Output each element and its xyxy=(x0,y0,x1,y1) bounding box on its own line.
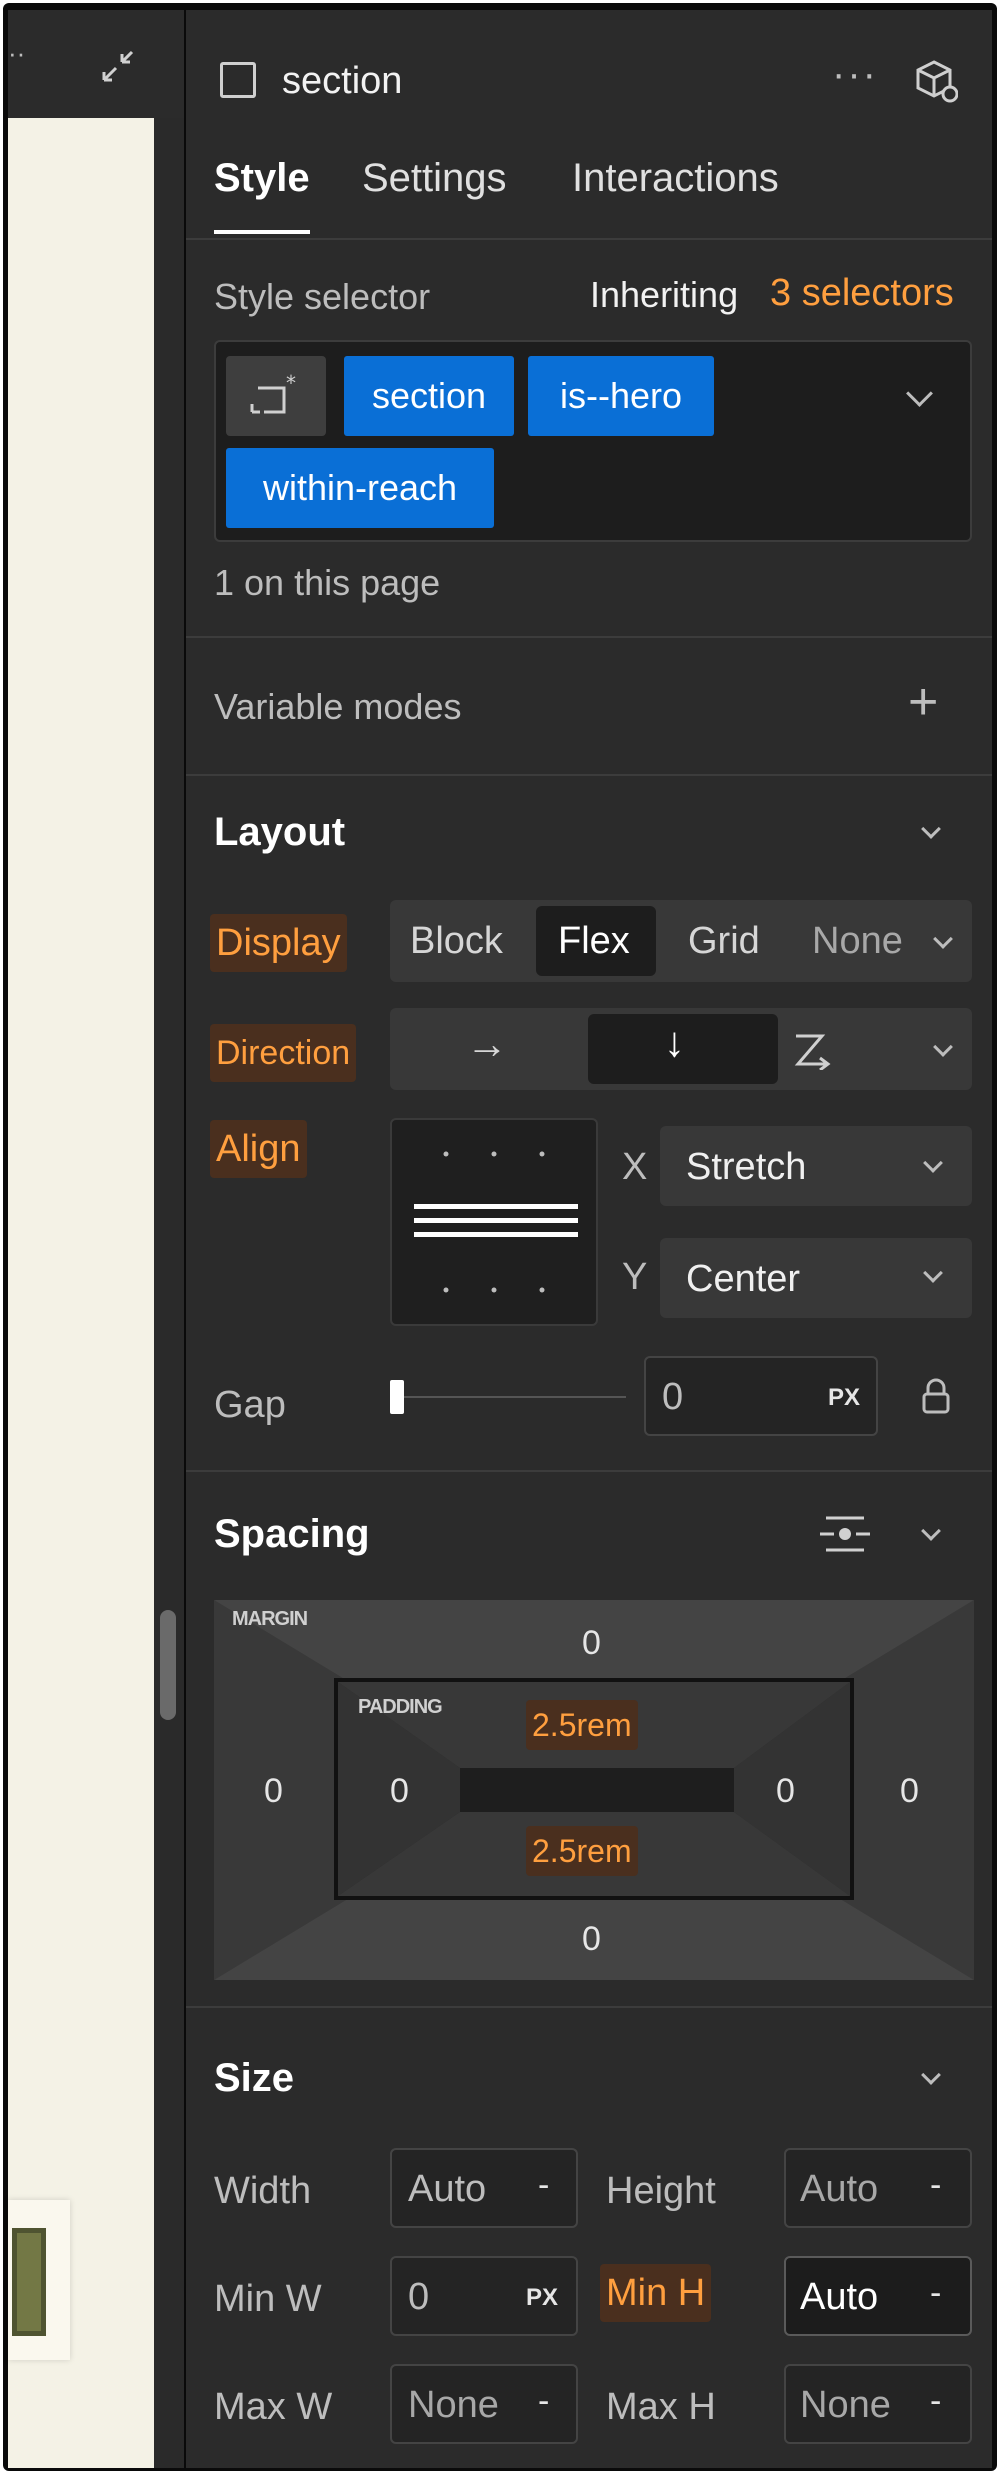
padding-top-value[interactable]: 2.5rem xyxy=(526,1700,638,1750)
element-box-icon xyxy=(220,62,256,98)
tab-style[interactable]: Style xyxy=(214,156,310,201)
min-width-value: 0 xyxy=(408,2276,430,2318)
align-y-value: Center xyxy=(686,1258,801,1300)
direction-horizontal-arrow-icon[interactable]: → xyxy=(466,1020,508,1068)
svg-text:*: * xyxy=(286,374,296,395)
display-option-none[interactable]: None xyxy=(812,920,903,963)
add-variable-mode-icon[interactable]: + xyxy=(908,672,938,732)
width-unit-dash[interactable]: - xyxy=(538,2166,549,2205)
direction-vertical-arrow-icon[interactable]: ↓ xyxy=(664,1018,685,1066)
canvas-toolbar: ·· xyxy=(8,10,184,118)
canvas-image-block xyxy=(12,2228,46,2336)
display-option-grid[interactable]: Grid xyxy=(688,920,760,963)
gap-unit[interactable]: PX xyxy=(828,1384,860,1412)
padding-bottom-value[interactable]: 2.5rem xyxy=(526,1826,638,1876)
direction-wrap-icon[interactable] xyxy=(792,1032,836,1070)
margin-label: MARGIN xyxy=(232,1608,308,1630)
min-height-unit-dash[interactable]: - xyxy=(930,2274,941,2313)
style-selector-label: Style selector xyxy=(214,276,431,317)
inheriting-count-link[interactable]: 3 selectors xyxy=(770,272,954,315)
selector-usage-count: 1 on this page xyxy=(214,562,441,603)
gap-label: Gap xyxy=(214,1384,286,1426)
align-x-value: Stretch xyxy=(686,1146,807,1188)
width-label: Width xyxy=(214,2170,312,2212)
height-label: Height xyxy=(606,2170,716,2212)
tabs-divider xyxy=(186,238,992,240)
layout-section-title: Layout xyxy=(214,810,346,854)
canvas-preview[interactable] xyxy=(8,118,154,2468)
min-width-label: Min W xyxy=(214,2278,322,2320)
layout-divider xyxy=(186,1470,992,1472)
margin-top-value[interactable]: 0 xyxy=(582,1624,601,1663)
selector-divider xyxy=(186,636,992,638)
align-y-label: Y xyxy=(622,1256,648,1298)
min-height-label[interactable]: Min H xyxy=(600,2264,712,2322)
min-width-unit[interactable]: PX xyxy=(526,2284,558,2312)
height-value: Auto xyxy=(800,2168,879,2210)
gap-lock-icon[interactable] xyxy=(920,1376,952,1416)
gap-slider-handle[interactable] xyxy=(390,1380,404,1414)
margin-right-value[interactable]: 0 xyxy=(900,1772,919,1811)
max-width-label: Max W xyxy=(214,2386,333,2428)
align-x-label: X xyxy=(622,1146,648,1188)
align-stretch-graphic xyxy=(414,1151,578,1293)
panel-resize-handle[interactable] xyxy=(160,1610,176,1720)
padding-label: PADDING xyxy=(358,1696,443,1718)
align-grid-picker[interactable] xyxy=(390,1118,598,1326)
direction-label[interactable]: Direction xyxy=(210,1024,357,1082)
margin-left-value[interactable]: 0 xyxy=(264,1772,283,1811)
max-height-label: Max H xyxy=(606,2386,716,2428)
collapse-arrows-icon[interactable] xyxy=(98,46,138,86)
min-height-value: Auto xyxy=(800,2276,879,2318)
gap-value: 0 xyxy=(662,1376,684,1418)
align-label[interactable]: Align xyxy=(210,1120,307,1178)
more-options-icon[interactable]: ··· xyxy=(832,52,878,97)
padding-left-value[interactable]: 0 xyxy=(390,1772,409,1811)
max-width-value: None xyxy=(408,2384,499,2426)
display-label[interactable]: Display xyxy=(210,914,347,972)
margin-bottom-value[interactable]: 0 xyxy=(582,1920,601,1959)
padding-right-value[interactable]: 0 xyxy=(776,1772,795,1811)
spacing-divider xyxy=(186,2006,992,2008)
element-name: section xyxy=(282,60,403,102)
size-section-title: Size xyxy=(214,2056,295,2100)
component-cube-icon[interactable] xyxy=(912,58,958,104)
selector-chip-is-hero[interactable]: is--hero xyxy=(528,356,714,436)
gap-slider-track[interactable] xyxy=(404,1396,626,1398)
spacing-mode-icon[interactable] xyxy=(818,1512,872,1556)
selector-chip-section[interactable]: section xyxy=(344,356,514,436)
tab-style-underline xyxy=(214,230,310,234)
display-option-flex[interactable]: Flex xyxy=(558,920,630,963)
spacing-section-title: Spacing xyxy=(214,1512,370,1556)
selector-state-button[interactable]: * xyxy=(226,356,326,436)
canvas-gutter xyxy=(154,118,184,2468)
tab-interactions[interactable]: Interactions xyxy=(572,156,779,201)
more-dots-icon[interactable]: ·· xyxy=(8,38,25,69)
inheriting-label: Inheriting xyxy=(590,274,739,315)
display-option-block[interactable]: Block xyxy=(410,920,503,963)
selector-state-icon: * xyxy=(250,374,296,414)
variable-modes-divider xyxy=(186,774,992,776)
max-height-unit-dash[interactable]: - xyxy=(930,2382,941,2421)
max-width-unit-dash[interactable]: - xyxy=(538,2382,549,2421)
tab-settings[interactable]: Settings xyxy=(362,156,507,201)
max-height-value: None xyxy=(800,2384,891,2426)
variable-modes-label: Variable modes xyxy=(214,686,462,727)
height-unit-dash[interactable]: - xyxy=(930,2166,941,2205)
selector-chip-within-reach[interactable]: within-reach xyxy=(226,448,494,528)
width-value: Auto xyxy=(408,2168,487,2210)
